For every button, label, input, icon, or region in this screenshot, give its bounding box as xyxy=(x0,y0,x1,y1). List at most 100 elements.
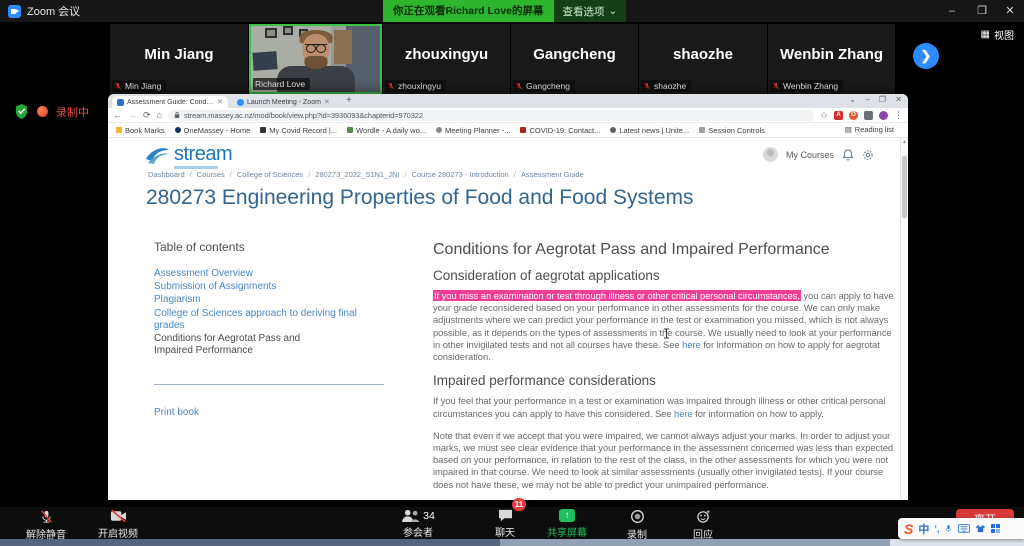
security-shield-icon[interactable] xyxy=(14,103,29,120)
bookmark-star-icon[interactable]: ☆ xyxy=(820,111,828,120)
profile-avatar-icon[interactable] xyxy=(879,111,888,120)
scroll-up-icon[interactable]: ▲ xyxy=(901,138,908,146)
bookmark-item[interactable]: Meeting Planner -... xyxy=(436,126,510,135)
breadcrumb-item[interactable]: College of Sciences xyxy=(225,170,303,179)
unmute-button[interactable]: 解除静音 xyxy=(8,509,84,541)
maximize-button[interactable]: ❐ xyxy=(972,0,992,22)
scrollbar-thumb[interactable] xyxy=(902,156,907,218)
bookmark-item[interactable]: OneMassey - Home xyxy=(175,126,251,135)
toc-link[interactable]: Submission of Assignments xyxy=(154,281,359,293)
section-heading-aegrotat: Consideration of aegrotat applications xyxy=(433,268,897,283)
browser-menu-kebab-icon[interactable]: ⋮ xyxy=(894,111,903,120)
settings-gear-icon[interactable] xyxy=(862,149,874,161)
browser-tab[interactable]: Launch Meeting - Zoom ✕ xyxy=(232,96,342,108)
participants-icon xyxy=(401,509,420,522)
banner-text: 你正在观看Richard Love的屏幕 xyxy=(383,0,554,22)
reload-icon[interactable]: ⟳ xyxy=(143,111,151,120)
view-options-button[interactable]: 查看选项 ⌄ xyxy=(554,0,627,22)
taskbar-strip xyxy=(500,539,890,546)
extensions-puzzle-icon[interactable] xyxy=(864,111,873,120)
breadcrumb-item[interactable]: Course 280273 - Introduction xyxy=(399,170,508,179)
recording-label: 录制中 xyxy=(56,104,89,120)
share-screen-button[interactable]: ↑ 共享屏幕 xyxy=(529,509,605,539)
view-layout-button[interactable]: ▦ 视图 xyxy=(981,27,1014,42)
toc-current-item: Conditions for Aegrotat Pass and Impaire… xyxy=(154,333,326,358)
browser-tab-active[interactable]: Assessment Guide: Conditions f... ✕ xyxy=(112,96,228,108)
window-title: Zoom 会议 xyxy=(27,3,80,19)
camera-off-icon xyxy=(110,509,127,523)
here-link[interactable]: here xyxy=(682,339,701,350)
office-extension-icon[interactable]: O xyxy=(849,111,858,120)
forward-icon[interactable]: → xyxy=(128,111,137,120)
browser-maximize-button[interactable]: ❐ xyxy=(879,95,886,104)
bookmark-item[interactable]: Session Controls xyxy=(699,126,765,135)
page-scrollbar[interactable]: ▲ xyxy=(900,138,908,500)
bookmark-item[interactable]: Book Marks xyxy=(116,126,165,135)
table-of-contents: Table of contents Assessment Overview Su… xyxy=(154,240,389,420)
ime-mic-icon[interactable] xyxy=(944,523,953,534)
breadcrumb-item[interactable]: 280273_2022_S1N1_JNI xyxy=(303,170,399,179)
bookmarks-bar: Book Marks OneMassey - Home My Covid Rec… xyxy=(108,123,908,138)
participant-tile[interactable]: Wenbin Zhang Wenbin Zhang xyxy=(768,24,895,94)
new-tab-button[interactable]: + xyxy=(346,95,352,106)
next-participants-button[interactable]: ❯ xyxy=(913,43,939,69)
participant-tile[interactable]: Min Jiang Min Jiang xyxy=(110,24,248,94)
tab-search-icon[interactable]: ⌄ xyxy=(849,95,856,104)
close-tab-icon[interactable]: ✕ xyxy=(324,98,330,106)
stream-logo[interactable]: stream xyxy=(144,144,232,169)
back-icon[interactable]: ← xyxy=(113,111,122,120)
mic-muted-icon xyxy=(39,509,54,524)
participant-tile[interactable]: shaozhe shaozhe xyxy=(639,24,767,94)
taskbar-strip xyxy=(890,539,1024,546)
user-avatar[interactable] xyxy=(763,147,778,162)
my-courses-link[interactable]: My Courses xyxy=(786,150,834,160)
bookmark-item[interactable]: Wordle - A daily wo... xyxy=(347,126,426,135)
record-button[interactable]: 录制 xyxy=(599,509,675,541)
bookmark-item[interactable]: Latest news | Unite... xyxy=(610,126,689,135)
record-dot-icon xyxy=(37,106,48,117)
ime-punctuation-toggle[interactable]: ’, xyxy=(934,524,939,534)
mic-muted-icon xyxy=(772,82,780,90)
toc-link[interactable]: Assessment Overview xyxy=(154,268,359,280)
sogou-logo-icon[interactable]: S xyxy=(904,522,913,536)
breadcrumb-item[interactable]: Courses xyxy=(185,170,225,179)
browser-minimize-button[interactable]: – xyxy=(866,95,870,104)
toc-divider xyxy=(154,384,384,385)
shared-browser-window: Assessment Guide: Conditions f... ✕ Laun… xyxy=(108,94,908,500)
chapter-heading: Conditions for Aegrotat Pass and Impaire… xyxy=(433,241,897,259)
breadcrumb-item[interactable]: Dashboard xyxy=(148,170,185,179)
ime-language-toggle[interactable]: 中 xyxy=(918,521,929,537)
participants-button[interactable]: 34 参会者 xyxy=(380,509,456,539)
ime-keyboard-icon[interactable] xyxy=(958,524,970,533)
stream-page: stream My Courses DashboardCoursesColleg… xyxy=(108,138,900,500)
participant-tile[interactable]: zhouxingyu zhouxingyu xyxy=(383,24,510,94)
participant-label: shaozhe xyxy=(654,81,686,91)
print-book-link[interactable]: Print book xyxy=(154,407,359,419)
toc-link[interactable]: College of Sciences approach to deriving… xyxy=(154,308,359,332)
reactions-button[interactable]: 回应 xyxy=(665,509,741,541)
start-video-button[interactable]: 开启视频 xyxy=(80,509,156,540)
notifications-bell-icon[interactable] xyxy=(842,149,854,161)
participant-tile[interactable]: Gangcheng Gangcheng xyxy=(511,24,638,94)
browser-close-button[interactable]: ✕ xyxy=(895,95,902,104)
participant-tile-active-video[interactable]: Richard Love xyxy=(249,24,382,94)
bookmark-item[interactable]: COVID-19: Contact... xyxy=(520,126,600,135)
here-link[interactable]: here xyxy=(674,408,693,419)
address-bar[interactable]: stream.massey.ac.nz/mod/book/view.php?id… xyxy=(168,110,814,121)
participant-label: Wenbin Zhang xyxy=(783,81,838,91)
close-button[interactable]: ✕ xyxy=(1000,0,1020,22)
stream-favicon xyxy=(117,99,124,106)
reading-list-button[interactable]: ▤ Reading list xyxy=(839,125,894,134)
sogou-ime-bar[interactable]: S 中 ’, xyxy=(898,518,1024,539)
close-tab-icon[interactable]: ✕ xyxy=(217,98,223,106)
adobe-extension-icon[interactable]: A xyxy=(834,111,843,120)
home-icon[interactable]: ⌂ xyxy=(157,111,162,120)
ime-toolbox-grid-icon[interactable] xyxy=(991,524,1000,533)
breadcrumb-item[interactable]: Assessment Guide xyxy=(509,170,584,179)
mic-muted-icon xyxy=(114,82,122,90)
toc-link[interactable]: Plagiarism xyxy=(154,294,359,306)
ime-skin-shirt-icon[interactable] xyxy=(975,524,986,533)
minimize-button[interactable]: – xyxy=(942,0,962,22)
mic-muted-icon xyxy=(387,82,395,90)
bookmark-item[interactable]: My Covid Record |... xyxy=(260,126,337,135)
